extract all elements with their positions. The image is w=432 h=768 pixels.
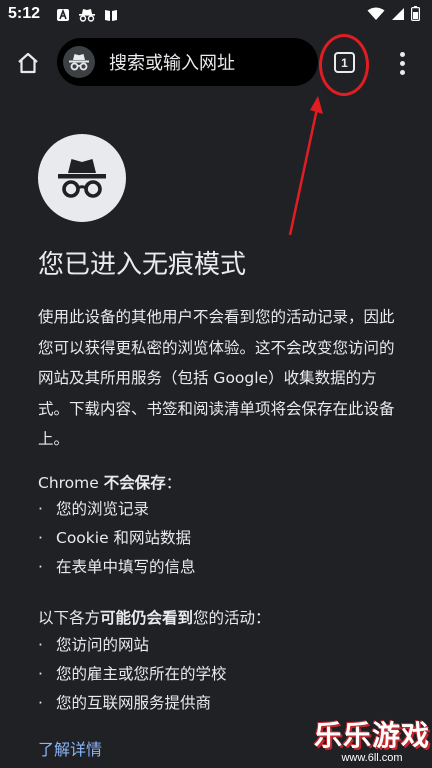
intro-paragraph: 使用此设备的其他用户不会看到您的活动记录，因此您可以获得更私密的浏览体验。这不会…	[38, 308, 395, 448]
address-bar[interactable]: 搜索或输入网址	[57, 38, 318, 86]
bullet-dot: ·	[38, 529, 43, 547]
notification-a-icon	[56, 7, 70, 26]
status-time: 5:12	[8, 5, 41, 22]
not-saved-suffix: ：	[165, 474, 182, 492]
tab-switcher-button[interactable]: 1	[334, 52, 355, 73]
page-title: 您已进入无痕模式	[38, 250, 247, 280]
learn-more-link[interactable]: 了解详情	[38, 736, 102, 760]
list-item-text: 在表单中填写的信息	[56, 558, 196, 576]
menu-dot	[399, 69, 405, 75]
list-item: · 您的浏览记录	[38, 495, 196, 524]
wifi-icon	[367, 6, 385, 25]
incognito-badge	[63, 46, 95, 78]
list-item-text: Cookie 和网站数据	[56, 529, 192, 547]
not-saved-prefix: Chrome	[38, 474, 104, 492]
status-bar: 5:12	[0, 0, 432, 30]
not-saved-bold: 不会保存	[103, 474, 166, 492]
bullet-dot: ·	[38, 558, 43, 576]
incognito-icon	[69, 54, 89, 71]
signal-icon	[391, 6, 405, 25]
list-item: · 您访问的网站	[38, 631, 227, 660]
more-menu-button[interactable]	[390, 48, 414, 78]
list-item-text: 您的浏览记录	[56, 500, 150, 518]
list-item-text: 您的雇主或您所在的学校	[56, 665, 227, 683]
may-see-bold: 可能仍会看到	[100, 609, 194, 627]
incognito-status-icon	[78, 7, 96, 26]
not-saved-heading: Chrome 不会保存：	[38, 471, 181, 493]
home-icon	[18, 52, 38, 74]
annotation-arrow	[288, 96, 323, 236]
list-item: · 您的互联网服务提供商	[38, 689, 227, 718]
may-see-heading: 以下各方可能仍会看到您的活动：	[38, 606, 271, 628]
list-item: · 在表单中填写的信息	[38, 553, 196, 582]
list-item-text: 您的互联网服务提供商	[56, 694, 212, 712]
site-watermark: 乐乐游戏 www.6ll.com	[312, 720, 432, 768]
menu-dot	[399, 51, 405, 57]
watermark-logo-text: 乐乐游戏	[313, 719, 430, 752]
home-button[interactable]	[12, 47, 44, 79]
battery-icon	[411, 6, 421, 25]
book-icon	[104, 7, 118, 26]
bullet-dot: ·	[38, 500, 43, 518]
bullet-dot: ·	[38, 636, 43, 654]
list-item-text: 您访问的网站	[56, 636, 150, 654]
omnibox-placeholder: 搜索或输入网址	[109, 53, 235, 74]
incognito-icon	[58, 159, 106, 198]
not-saved-list: · 您的浏览记录 · Cookie 和网站数据 · 在表单中填写的信息	[38, 495, 196, 582]
menu-dot	[399, 60, 405, 66]
may-see-prefix: 以下各方	[38, 609, 101, 627]
watermark-url: www.6ll.com	[341, 752, 403, 764]
notification-icons	[56, 7, 118, 26]
system-icons	[367, 6, 421, 25]
bullet-dot: ·	[38, 665, 43, 683]
bullet-dot: ·	[38, 694, 43, 712]
incognito-logo	[38, 134, 126, 222]
list-item: · 您的雇主或您所在的学校	[38, 660, 227, 689]
browser-toolbar: 搜索或输入网址 1	[0, 34, 432, 92]
may-see-list: · 您访问的网站 · 您的雇主或您所在的学校 · 您的互联网服务提供商	[38, 631, 227, 718]
list-item: · Cookie 和网站数据	[38, 524, 196, 553]
may-see-suffix: 您的活动：	[193, 609, 271, 627]
